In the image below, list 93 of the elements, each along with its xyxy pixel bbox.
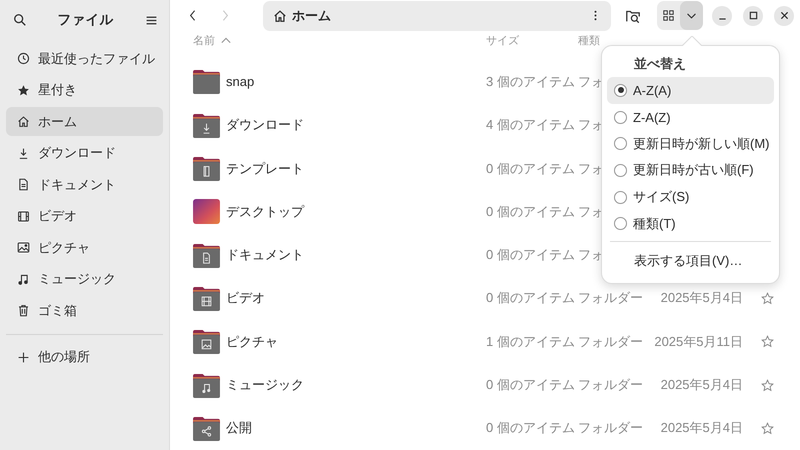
file-name[interactable]: ピクチャ: [226, 332, 278, 351]
sidebar-item[interactable]: ピクチャ: [6, 233, 163, 262]
music-note-icon: [17, 272, 30, 286]
file-name[interactable]: snap: [226, 74, 254, 90]
size-cell: 4 個のアイテム: [486, 116, 575, 134]
radio-button[interactable]: [614, 110, 627, 124]
sidebar-item[interactable]: ミュージック: [6, 264, 163, 294]
film-icon: [17, 210, 30, 222]
maximize-icon: [748, 11, 758, 20]
sort-ascending-icon: [221, 37, 231, 44]
clock-icon: [17, 52, 30, 65]
date-cell: 2025年5月4日: [660, 419, 743, 438]
plus-icon: [17, 350, 30, 364]
type-cell: フォルダー: [578, 419, 643, 438]
sidebar-item[interactable]: ホーム: [6, 107, 163, 136]
close-icon: [780, 11, 788, 20]
star-icon[interactable]: [761, 292, 774, 305]
size-cell: 0 個のアイテム: [486, 376, 575, 394]
type-cell: フォ: [578, 246, 604, 264]
size-cell: 0 個のアイテム: [486, 202, 575, 221]
star-icon[interactable]: [761, 378, 774, 392]
image-icon: [17, 241, 30, 254]
file-name[interactable]: ドキュメント: [226, 246, 304, 264]
sidebar-item[interactable]: 星付き: [6, 76, 163, 104]
menu-item[interactable]: Z-A(Z): [607, 104, 774, 130]
size-cell: 1 個のアイテム: [486, 332, 575, 351]
radio-button[interactable]: [614, 217, 627, 230]
date-cell: 2025年5月4日: [660, 289, 743, 308]
star-icon[interactable]: [761, 335, 774, 348]
menu-item[interactable]: 表示する項目(V)…: [607, 248, 774, 275]
star-icon: [17, 84, 30, 96]
folder-icon: [193, 329, 220, 354]
home-icon: [273, 8, 287, 23]
close-button[interactable]: [774, 6, 794, 26]
folder-icon: [193, 112, 220, 138]
folder-icon: [193, 372, 220, 398]
type-cell: フォルダー: [578, 376, 643, 394]
document-icon: [17, 178, 30, 191]
sidebar-title: ファイル: [58, 11, 114, 29]
radio-button[interactable]: [614, 190, 627, 204]
desktop-folder-icon: [193, 199, 220, 224]
file-name[interactable]: ダウンロード: [226, 116, 304, 134]
type-cell: フォ: [578, 160, 604, 178]
size-cell: 0 個のアイテム: [486, 160, 575, 178]
radio-button[interactable]: [614, 164, 627, 177]
chevron-right-icon: [221, 9, 229, 22]
download-icon: [17, 146, 30, 160]
date-cell: 2025年5月11日: [654, 332, 743, 351]
sidebar-item[interactable]: 他の場所: [6, 342, 163, 372]
menu-icon: [144, 14, 158, 26]
maximize-button[interactable]: [743, 6, 763, 26]
sidebar-item[interactable]: ゴミ箱: [6, 296, 163, 325]
trash-icon: [17, 304, 30, 317]
type-cell: フォルダー: [578, 332, 643, 351]
menu-item[interactable]: 更新日時が新しい順(M): [607, 130, 774, 158]
chevron-left-icon: [189, 9, 197, 22]
file-name[interactable]: ビデオ: [226, 289, 265, 308]
sidebar-item[interactable]: ビデオ: [6, 202, 163, 230]
size-cell: 0 個のアイテム: [486, 246, 575, 264]
sidebar-item[interactable]: 最近使ったファイル: [6, 44, 163, 73]
menu-item[interactable]: 種類(T): [607, 210, 774, 238]
file-name[interactable]: 公開: [226, 419, 252, 438]
path-label[interactable]: ホーム: [292, 6, 582, 25]
minimize-icon: [718, 18, 726, 20]
menu-item[interactable]: サイズ(S): [607, 184, 774, 210]
type-cell: フォ: [578, 116, 604, 134]
folder-icon: [193, 242, 220, 268]
home-icon: [17, 115, 30, 128]
more-icon: [594, 10, 596, 22]
radio-button[interactable]: [614, 137, 627, 150]
type-cell: フォ: [578, 72, 604, 91]
radio-button[interactable]: [614, 84, 627, 97]
folder-icon: [193, 156, 220, 182]
menu-title: 並べ替え: [633, 55, 687, 73]
folder-icon: [193, 286, 220, 311]
file-name[interactable]: テンプレート: [226, 160, 304, 178]
file-name[interactable]: デスクトップ: [226, 202, 304, 221]
star-icon[interactable]: [761, 422, 774, 435]
date-cell: 2025年5月4日: [660, 376, 743, 394]
menu-item[interactable]: A-Z(A): [607, 77, 774, 104]
menu-item[interactable]: 更新日時が古い順(F): [607, 157, 774, 184]
sidebar-item[interactable]: ドキュメント: [6, 170, 163, 199]
size-cell: 0 個のアイテム: [486, 289, 575, 308]
size-cell: 0 個のアイテム: [486, 419, 575, 438]
folder-icon: [193, 69, 220, 94]
search-icon: [13, 13, 27, 27]
type-cell: フォルダー: [578, 289, 643, 308]
sidebar-item[interactable]: ダウンロード: [6, 138, 163, 168]
grid-icon: [663, 10, 674, 22]
size-cell: 3 個のアイテム: [486, 72, 575, 91]
type-cell: フォ: [578, 202, 604, 221]
folder-icon: [193, 416, 220, 441]
file-name[interactable]: ミュージック: [226, 376, 304, 394]
